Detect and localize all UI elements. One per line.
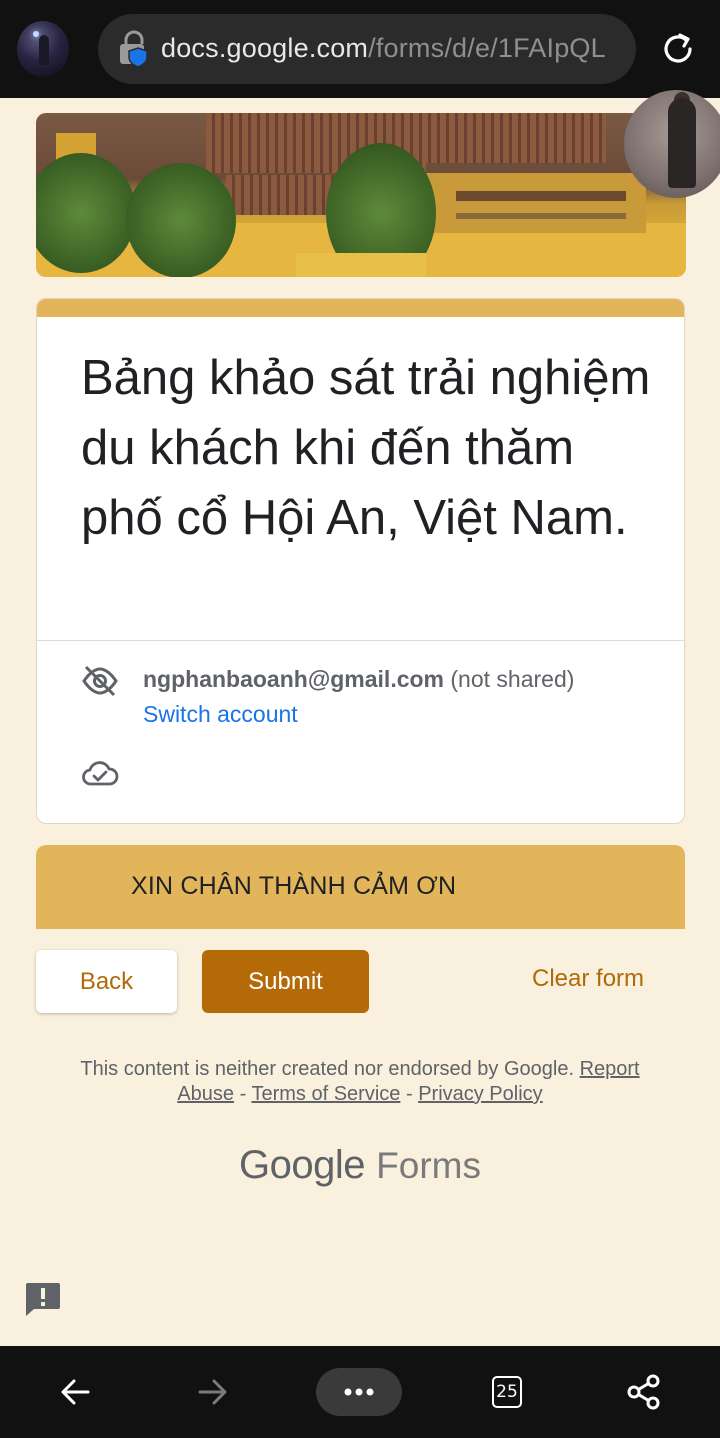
tabs-icon[interactable]: 25 bbox=[492, 1376, 522, 1408]
section-title: XIN CHÂN THÀNH CẢM ƠN bbox=[131, 872, 457, 900]
visibility-off-icon bbox=[82, 665, 118, 697]
more-menu-button[interactable] bbox=[316, 1368, 402, 1416]
disclaimer-text: This content is neither created nor endo… bbox=[80, 1058, 575, 1080]
form-title: Bảng khảo sát trải nghiệm du khách khi đ… bbox=[81, 351, 651, 545]
google-forms-logo[interactable]: Google Forms bbox=[0, 1143, 720, 1188]
back-arrow-icon[interactable] bbox=[56, 1372, 96, 1412]
divider bbox=[37, 640, 684, 641]
url-text: docs.google.com/forms/d/e/1FAIpQL bbox=[161, 33, 606, 63]
back-button[interactable]: Back bbox=[36, 950, 177, 1013]
more-icon bbox=[344, 1388, 374, 1396]
floating-video[interactable] bbox=[624, 90, 720, 198]
privacy-link[interactable]: Privacy Policy bbox=[418, 1083, 542, 1105]
cloud-done-icon bbox=[82, 761, 119, 786]
clear-form-button[interactable]: Clear form bbox=[532, 965, 644, 993]
section-header: XIN CHÂN THÀNH CẢM ƠN bbox=[36, 845, 685, 929]
refresh-icon[interactable] bbox=[660, 31, 696, 67]
disclaimer: This content is neither created nor endo… bbox=[80, 1058, 640, 1105]
browser-toolbar: docs.google.com/forms/d/e/1FAIpQL bbox=[0, 0, 720, 98]
forward-arrow-icon[interactable] bbox=[192, 1372, 232, 1412]
report-icon[interactable] bbox=[24, 1281, 62, 1317]
share-icon[interactable] bbox=[624, 1372, 664, 1412]
profile-avatar[interactable] bbox=[17, 21, 69, 77]
lock-icon[interactable] bbox=[118, 30, 150, 68]
switch-account-link[interactable]: Switch account bbox=[143, 701, 298, 728]
form-title-card: Bảng khảo sát trải nghiệm du khách khi đ… bbox=[36, 298, 685, 824]
accent-strip bbox=[37, 299, 684, 317]
address-bar[interactable]: docs.google.com/forms/d/e/1FAIpQL bbox=[98, 14, 636, 84]
submit-button[interactable]: Submit bbox=[202, 950, 369, 1013]
browser-bottom-bar: 25 bbox=[0, 1346, 720, 1438]
terms-link[interactable]: Terms of Service bbox=[251, 1083, 400, 1105]
account-email: ngphanbaoanh@gmail.com (not shared) bbox=[143, 666, 575, 692]
form-header-image bbox=[36, 113, 686, 277]
